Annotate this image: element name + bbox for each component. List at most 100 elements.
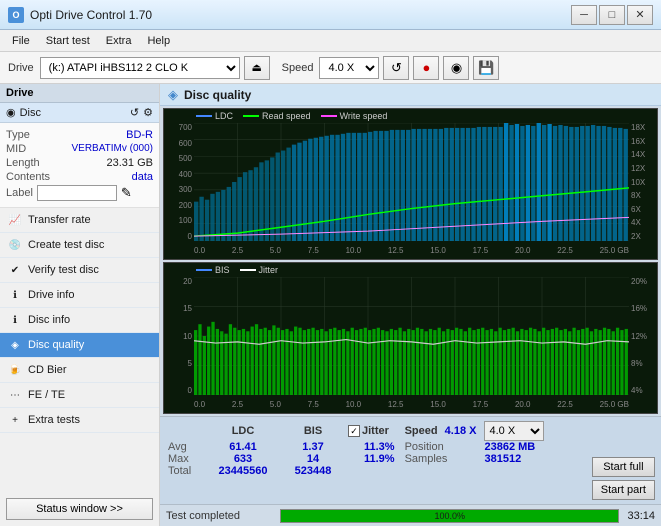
chart1-container: LDC Read speed Write speed 700 600 500 [163,108,658,260]
col-header-jitter: Jitter [362,425,389,437]
charts-container: LDC Read speed Write speed 700 600 500 [160,106,661,416]
menu-file[interactable]: File [4,33,38,49]
bis-color [196,269,212,271]
start-part-button[interactable]: Start part [592,480,655,500]
speed-label: Speed [282,62,314,74]
chart1-y-left: 700 600 500 400 300 200 100 0 [164,123,194,241]
status-bar: Test completed 100.0% 33:14 [160,504,661,526]
disc-refresh-icon[interactable]: ↺ [130,106,139,119]
time-display: 33:14 [627,510,655,522]
disc-length-value: 23.31 GB [107,157,153,169]
action-buttons: Start full Start part [586,417,661,504]
sidebar-item-label: Disc info [28,314,70,326]
eject-button[interactable]: ⏏ [244,56,270,80]
legend-jitter: Jitter [240,265,279,275]
chart1-legend: LDC Read speed Write speed [196,111,387,121]
samples-value: 381512 [476,453,544,465]
write-speed-color [321,115,337,117]
toolbar: Drive (k:) ATAPI iHBS112 2 CLO K ⏏ Speed… [0,52,661,84]
disc-type-row: Type BD-R [6,129,153,141]
stats-table: LDC BIS ✓ Jitter Speed 4.18 X [168,421,544,477]
save-button[interactable]: 💾 [473,56,499,80]
disc-section-header: ◉ Disc ↺ ⚙ [0,103,159,123]
stats-total-bis: 523448 [278,465,348,477]
sidebar-item-extra-tests[interactable]: + Extra tests [0,408,159,433]
chart2-container: BIS Jitter 20 15 10 5 0 20% [163,262,658,414]
disc-label-input[interactable] [37,185,117,201]
cd-bier-icon: 🍺 [8,363,22,377]
create-test-disc-icon: 💿 [8,238,22,252]
disc-mid-value: VERBATIMv (000) [72,143,154,155]
sidebar-item-disc-info[interactable]: ℹ Disc info [0,308,159,333]
disc-type-value: BD-R [126,129,153,141]
col-header-ldc: LDC [208,421,278,441]
sidebar-item-label: Transfer rate [28,214,91,226]
stats-total-row: Total 23445560 523448 [168,465,544,477]
col-header-bis: BIS [278,421,348,441]
sidebar-item-label: Create test disc [28,239,104,251]
status-window-button[interactable]: Status window >> [6,498,153,520]
stats-panel: LDC BIS ✓ Jitter Speed 4.18 X [160,416,661,504]
stats-avg-jitter: 11.3% [348,441,395,453]
sidebar-nav: 📈 Transfer rate 💿 Create test disc ✔ Ver… [0,208,159,433]
stats-avg-row: Avg 61.41 1.37 11.3% Position 23862 MB [168,441,544,453]
drive-select[interactable]: (k:) ATAPI iHBS112 2 CLO K [40,57,240,79]
stats-avg-label: Avg [168,441,208,453]
start-full-button[interactable]: Start full [592,457,655,477]
stats-max-jitter: 11.9% [348,453,395,465]
minimize-button[interactable]: ─ [571,5,597,25]
app-icon: O [8,7,24,23]
menu-help[interactable]: Help [139,33,178,49]
sidebar: Drive ◉ Disc ↺ ⚙ Type BD-R MID VERBATIMv… [0,84,160,526]
menu-start-test[interactable]: Start test [38,33,98,49]
drive-info-icon: ℹ [8,288,22,302]
disc-quality-icon: ◈ [8,338,22,352]
label-edit-icon[interactable]: ✎ [121,185,132,201]
disc-contents-row: Contents data [6,171,153,183]
close-button[interactable]: ✕ [627,5,653,25]
progress-bar-wrap: 100.0% [280,509,619,523]
chart2-x-axis: 0.0 2.5 5.0 7.5 10.0 12.5 15.0 17.5 20.0… [194,395,629,413]
chart2-y-left: 20 15 10 5 0 [164,277,194,395]
menu-extra[interactable]: Extra [98,33,140,49]
chart1-svg [194,123,629,241]
jitter-checkbox[interactable]: ✓ [348,425,360,437]
sidebar-item-transfer-rate[interactable]: 📈 Transfer rate [0,208,159,233]
jitter-checkbox-area: ✓ Jitter [348,425,395,437]
drive-section-header: Drive [0,84,159,103]
sidebar-item-fe-te[interactable]: ⋯ FE / TE [0,383,159,408]
sidebar-item-create-test-disc[interactable]: 💿 Create test disc [0,233,159,258]
disc-quality-header: ◈ Disc quality [160,84,661,106]
position-label: Position [395,441,477,453]
app-title: Opti Drive Control 1.70 [30,8,152,22]
disc-gear-icon[interactable]: ⚙ [143,106,153,119]
sidebar-item-verify-test-disc[interactable]: ✔ Verify test disc [0,258,159,283]
disc-type-label: Type [6,129,30,141]
stats-total-ldc: 23445560 [208,465,278,477]
record-button[interactable]: ● [413,56,439,80]
disc-button[interactable]: ◉ [443,56,469,80]
legend-read-speed: Read speed [243,111,311,121]
legend-bis: BIS [196,265,230,275]
progress-bar-fill: 100.0% [281,510,618,522]
sidebar-item-drive-info[interactable]: ℹ Drive info [0,283,159,308]
refresh-button[interactable]: ↺ [383,56,409,80]
speed-select[interactable]: 4.0 X [319,57,379,79]
sidebar-item-label: FE / TE [28,389,65,401]
sidebar-item-cd-bier[interactable]: 🍺 CD Bier [0,358,159,383]
verify-test-disc-icon: ✔ [8,263,22,277]
ldc-color [196,115,212,117]
read-speed-color [243,115,259,117]
disc-contents-value: data [132,171,153,183]
fe-te-icon: ⋯ [8,388,22,402]
maximize-button[interactable]: □ [599,5,625,25]
titlebar: O Opti Drive Control 1.70 ─ □ ✕ [0,0,661,30]
drive-label: Drive [8,62,34,74]
chart2-legend: BIS Jitter [196,265,278,275]
chart2-y-right: 20% 16% 12% 8% 4% [629,277,657,395]
speed-dropdown[interactable]: 4.0 X [484,421,544,441]
disc-info-icon: ℹ [8,313,22,327]
sidebar-item-disc-quality[interactable]: ◈ Disc quality [0,333,159,358]
stats-total-label: Total [168,465,208,477]
titlebar-left: O Opti Drive Control 1.70 [8,7,152,23]
